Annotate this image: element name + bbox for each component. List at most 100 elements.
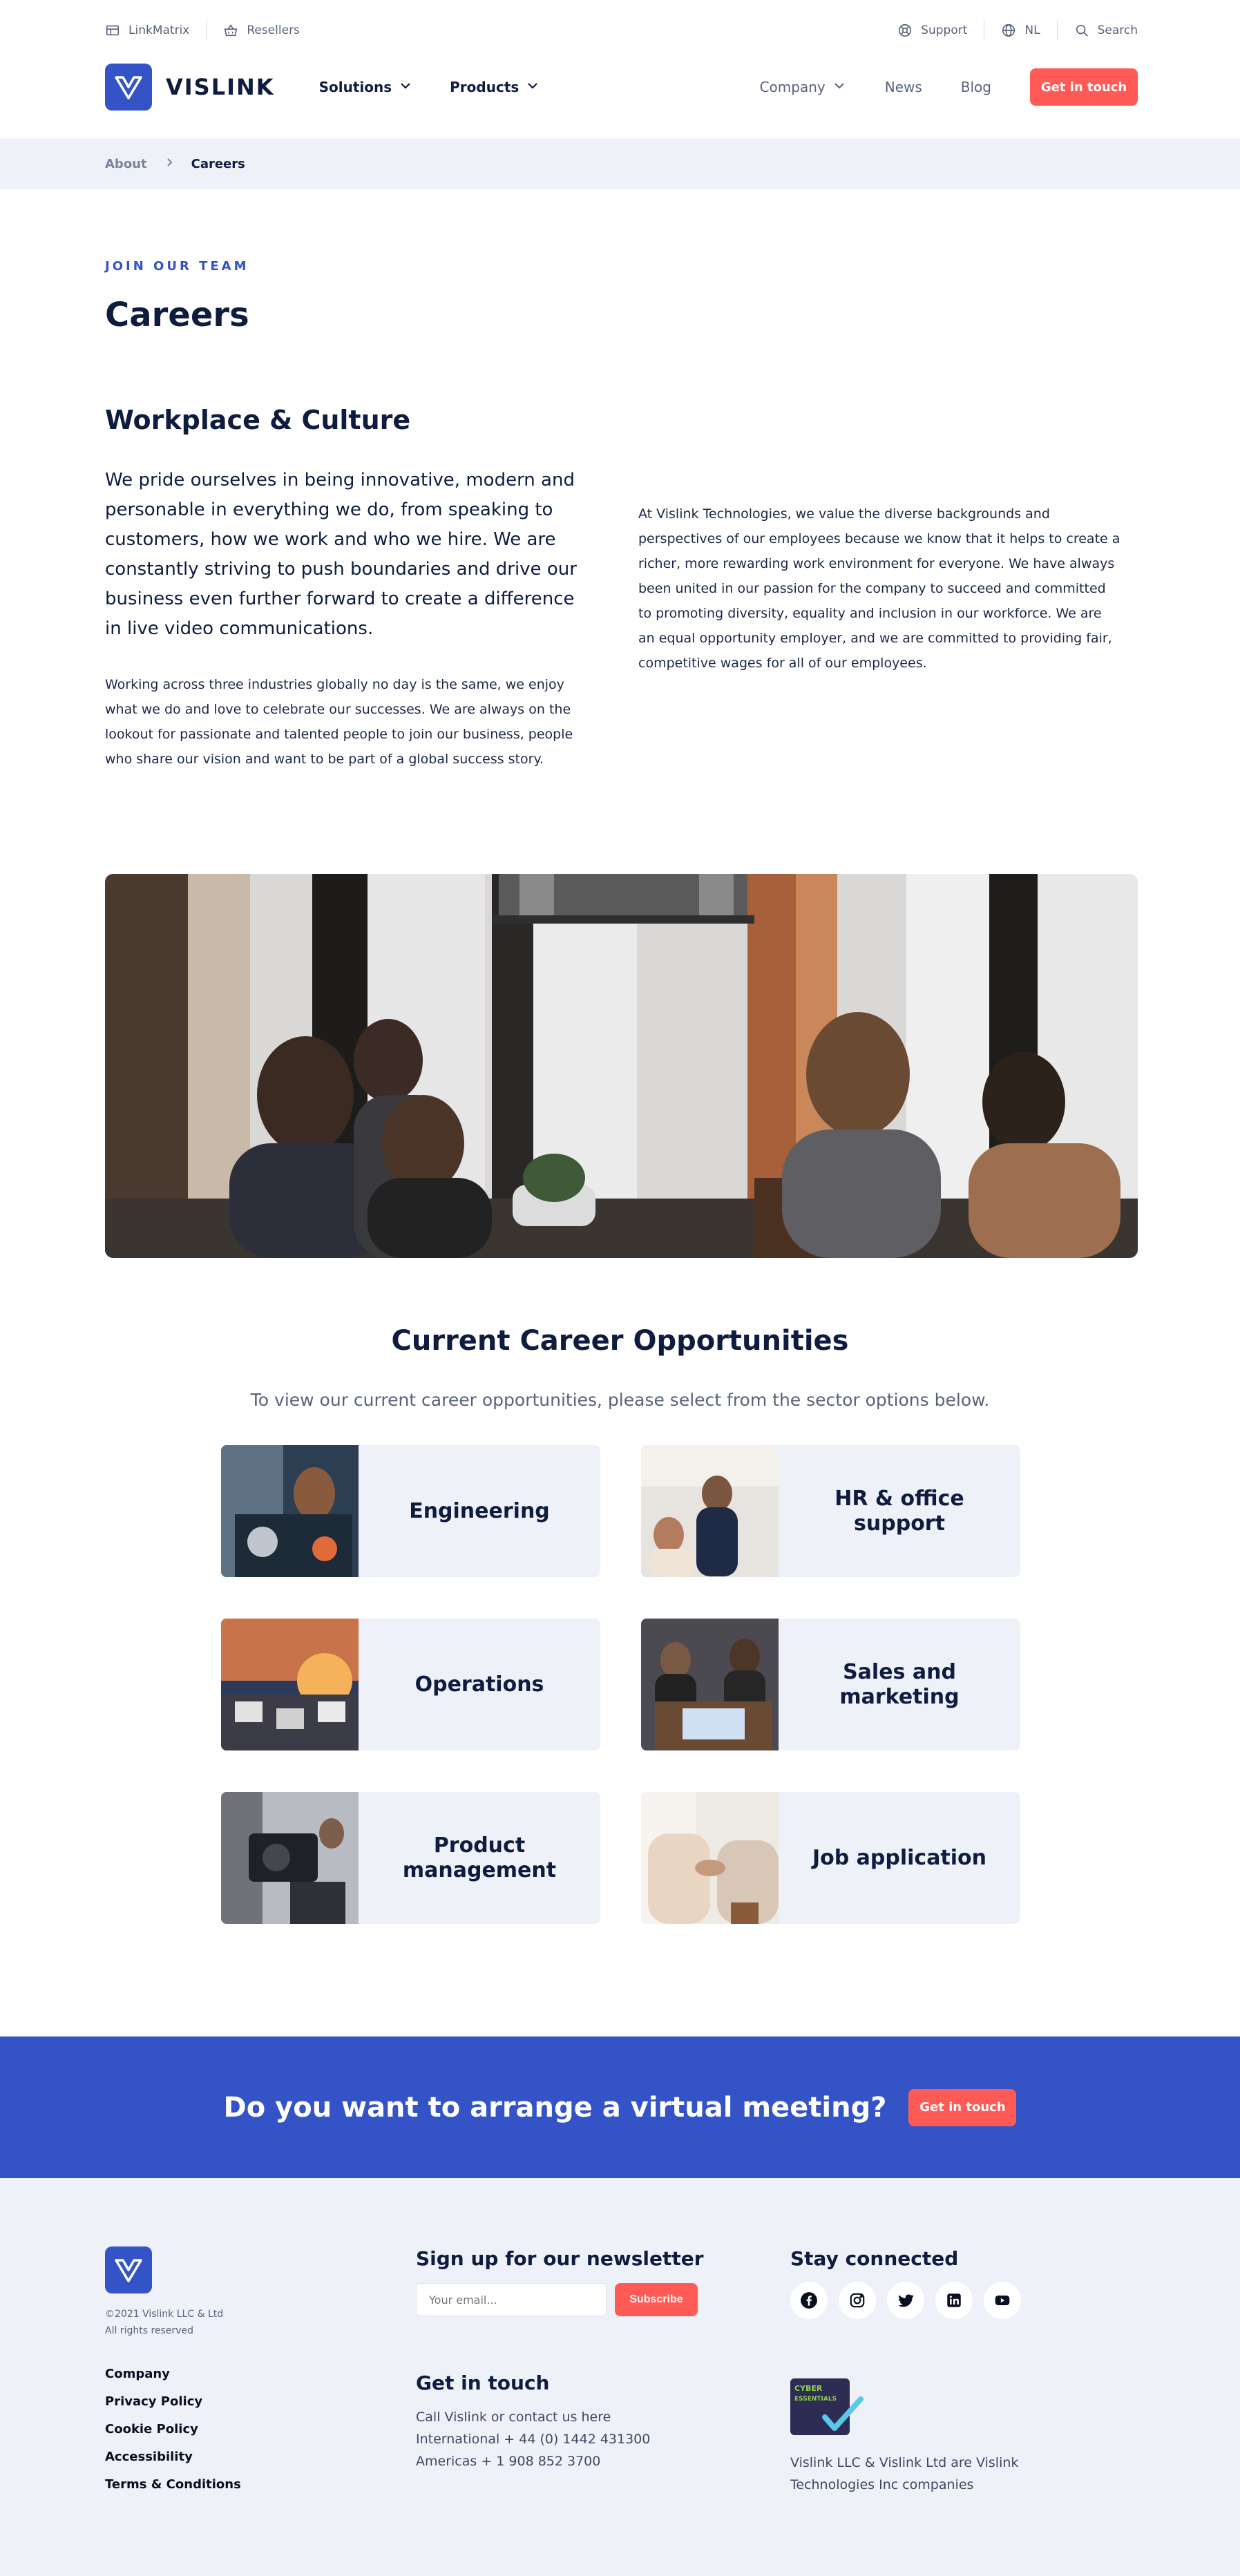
- newsletter-email-input[interactable]: [416, 2283, 607, 2316]
- nav-secondary: Company News Blog Get in touch: [760, 68, 1138, 106]
- lead-paragraph: We pride ourselves in being innovative, …: [105, 470, 577, 639]
- table-icon: [105, 23, 120, 38]
- support-icon: [897, 23, 913, 38]
- nav-news[interactable]: News: [885, 79, 922, 95]
- card-job-application[interactable]: Job application: [641, 1792, 1020, 1924]
- utility-right: Support NL Search: [897, 18, 1138, 43]
- contact-line: International + 44 (0) 1442 431300: [416, 2432, 651, 2447]
- brand-home-link[interactable]: VISLINK: [105, 64, 275, 111]
- chevron-down-icon: [832, 79, 846, 96]
- contact-line: Call Vislink or contact us here: [416, 2410, 611, 2425]
- card-product-management[interactable]: Product management: [221, 1792, 600, 1924]
- product-management-photo: [221, 1792, 359, 1924]
- card-label: Engineering: [409, 1498, 550, 1523]
- resellers-link[interactable]: Resellers: [207, 18, 300, 43]
- linkmatrix-link[interactable]: LinkMatrix: [105, 18, 206, 43]
- footer-link-company[interactable]: Company: [105, 2366, 241, 2383]
- eyebrow-label: JOIN OUR TEAM: [105, 259, 249, 274]
- badge-text: CYBER: [794, 2384, 823, 2393]
- utility-bar: LinkMatrix Resellers Support NL Search: [105, 18, 1138, 43]
- card-engineering[interactable]: Engineering: [221, 1445, 600, 1577]
- globe-icon: [1001, 23, 1016, 38]
- main-nav: VISLINK Solutions Products Company News …: [105, 62, 1138, 112]
- search-label: Search: [1097, 23, 1138, 37]
- linkedin-icon[interactable]: [935, 2282, 973, 2319]
- team-photo: [105, 874, 1138, 1258]
- nav-blog[interactable]: Blog: [961, 79, 991, 95]
- chevron-right-icon: [164, 157, 175, 171]
- footer: ©2021 Vislink LLC & Ltd All rights reser…: [0, 2178, 1240, 2576]
- copyright-line: ©2021 Vislink LLC & Ltd: [105, 2309, 224, 2320]
- company-note: Vislink LLC & Vislink Ltd are Vislink Te…: [790, 2455, 1019, 2492]
- instagram-icon[interactable]: [839, 2282, 876, 2319]
- card-label: Job application: [812, 1845, 987, 1870]
- badge-text: ESSENTIALS: [794, 2396, 837, 2403]
- footer-link-accessibility[interactable]: Accessibility: [105, 2449, 241, 2465]
- card-label: Product management: [402, 1833, 557, 1882]
- footer-link-terms[interactable]: Terms & Conditions: [105, 2477, 241, 2493]
- banner-text: Do you want to arrange a virtual meeting…: [223, 2091, 887, 2124]
- support-link[interactable]: Support: [897, 18, 984, 43]
- nav-solutions[interactable]: Solutions: [319, 79, 413, 96]
- twitter-icon[interactable]: [887, 2282, 924, 2319]
- language-label: NL: [1024, 23, 1040, 37]
- breadcrumb: About Careers: [105, 138, 245, 189]
- facebook-icon[interactable]: [790, 2282, 828, 2319]
- nav-company[interactable]: Company: [760, 79, 846, 96]
- opportunities-subtitle: To view our current career opportunities…: [250, 1390, 990, 1410]
- operations-photo: [221, 1619, 359, 1750]
- body-paragraph-left: Working across three industries globally…: [105, 677, 573, 767]
- nav-primary: Solutions Products: [319, 79, 540, 96]
- youtube-icon[interactable]: [984, 2282, 1021, 2319]
- nav-blog-label: Blog: [960, 79, 991, 95]
- get-in-touch-button[interactable]: Get in touch: [1030, 68, 1138, 106]
- breadcrumb-about-link[interactable]: About: [105, 157, 147, 171]
- nav-news-label: News: [884, 79, 922, 95]
- stay-connected-title: Stay connected: [790, 2247, 959, 2270]
- vislink-logo-icon: [105, 64, 152, 111]
- newsletter-title: Sign up for our newsletter: [416, 2247, 704, 2270]
- language-link[interactable]: NL: [984, 18, 1056, 43]
- support-label: Support: [921, 23, 968, 37]
- social-links: [790, 2282, 1021, 2319]
- linkmatrix-label: LinkMatrix: [128, 23, 190, 37]
- card-sales-marketing[interactable]: Sales and marketing: [641, 1619, 1020, 1750]
- opportunities-title: Current Career Opportunities: [391, 1325, 849, 1357]
- newsletter-form: Subscribe: [416, 2283, 698, 2316]
- cyber-essentials-badge: CYBER ESSENTIALS: [790, 2378, 864, 2438]
- search-link[interactable]: Search: [1058, 18, 1138, 43]
- card-hr-office-support[interactable]: HR & office support: [641, 1445, 1020, 1577]
- card-label: Operations: [414, 1672, 544, 1697]
- card-operations[interactable]: Operations: [221, 1619, 600, 1750]
- breadcrumb-bar: About Careers: [0, 138, 1240, 189]
- section-title: Workplace & Culture: [105, 405, 411, 435]
- engineering-photo: [221, 1445, 359, 1577]
- card-label: Sales and marketing: [839, 1659, 960, 1709]
- sales-marketing-photo: [641, 1619, 779, 1750]
- job-application-photo: [641, 1792, 779, 1924]
- nav-company-label: Company: [759, 79, 826, 95]
- copyright-line: All rights reserved: [105, 2325, 193, 2336]
- resellers-label: Resellers: [247, 23, 300, 37]
- page-title: Careers: [105, 296, 249, 334]
- chevron-down-icon: [399, 79, 412, 96]
- breadcrumb-current: Careers: [191, 156, 245, 171]
- brand-name: VISLINK: [166, 74, 275, 100]
- opportunity-grid: Engineering HR & office support Operatio…: [221, 1445, 1020, 1924]
- banner-get-in-touch-button[interactable]: Get in touch: [908, 2088, 1017, 2126]
- contact-info: Call Vislink or contact us here Internat…: [416, 2406, 650, 2472]
- card-label: HR & office support: [834, 1486, 964, 1536]
- chevron-down-icon: [526, 79, 540, 96]
- footer-link-privacy[interactable]: Privacy Policy: [105, 2394, 241, 2410]
- basket-icon: [223, 23, 238, 38]
- hr-office-photo: [641, 1445, 779, 1577]
- subscribe-button[interactable]: Subscribe: [615, 2283, 698, 2316]
- footer-link-cookie[interactable]: Cookie Policy: [105, 2421, 241, 2438]
- footer-logo-icon[interactable]: [105, 2246, 152, 2293]
- nav-solutions-label: Solutions: [318, 79, 392, 95]
- search-icon: [1074, 23, 1089, 38]
- virtual-meeting-banner: Do you want to arrange a virtual meeting…: [0, 2036, 1240, 2178]
- footer-links: Company Privacy Policy Cookie Policy Acc…: [105, 2366, 241, 2493]
- nav-products[interactable]: Products: [450, 79, 540, 96]
- footer-copyright: ©2021 Vislink LLC & Ltd All rights reser…: [105, 2306, 223, 2339]
